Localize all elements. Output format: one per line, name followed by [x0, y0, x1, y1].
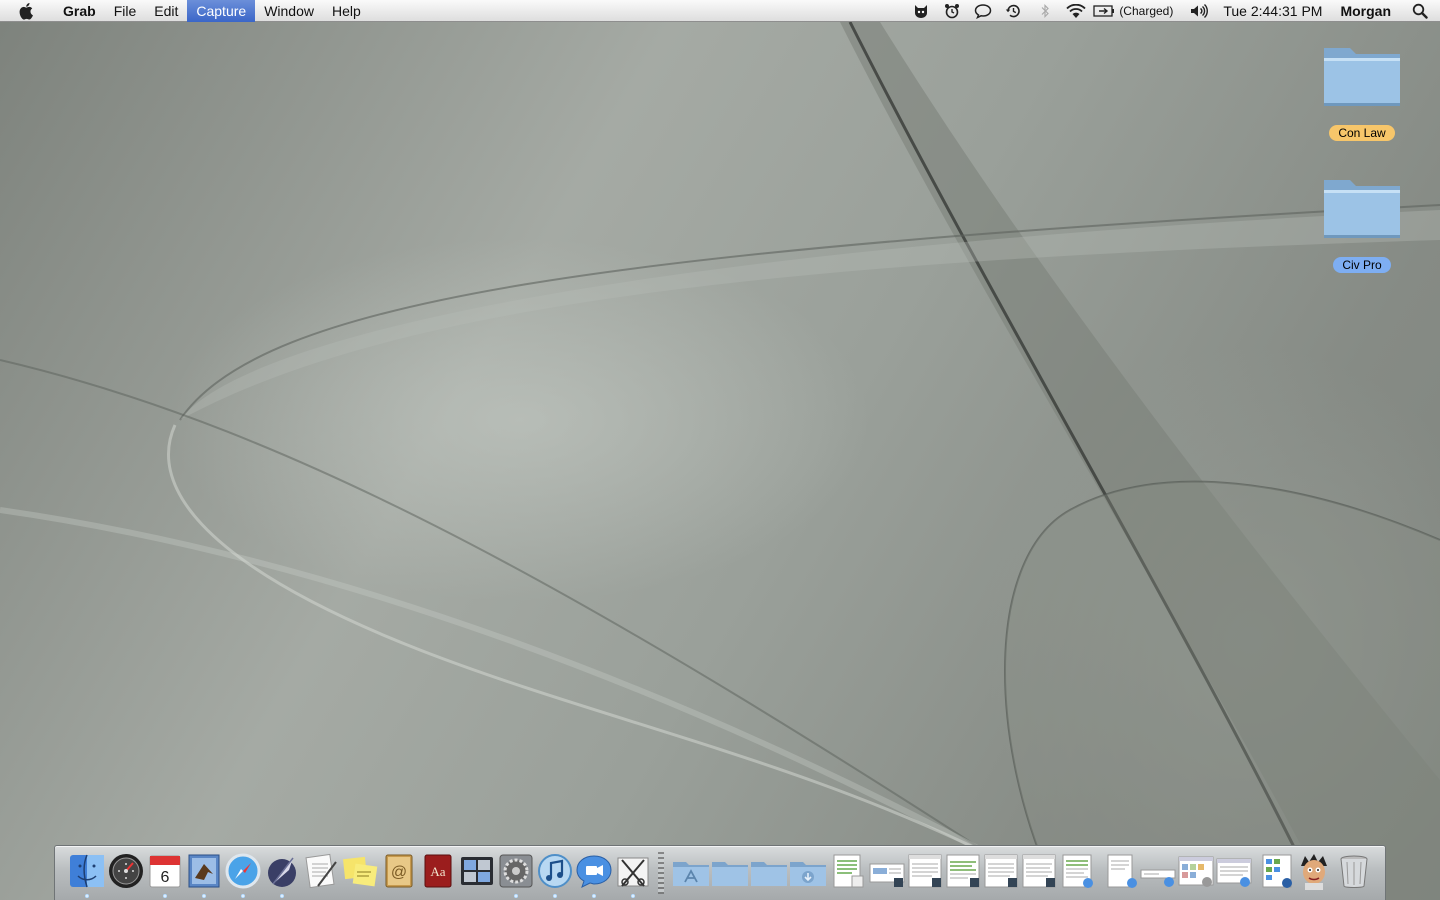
spaces-icon[interactable]	[458, 852, 496, 890]
running-indicator	[514, 894, 518, 898]
avatar-app-icon[interactable]	[1295, 852, 1333, 890]
document-thumbnail-8[interactable]	[1103, 852, 1141, 890]
desktop	[0, 0, 1440, 900]
svg-text:@: @	[391, 864, 407, 881]
growl-icon[interactable]	[905, 0, 936, 22]
documents-folder-icon[interactable]	[711, 852, 749, 890]
menu-clock[interactable]: Tue 2:44:31 PM	[1214, 3, 1331, 19]
finder-icon[interactable]	[68, 852, 106, 890]
running-indicator	[592, 894, 596, 898]
menu-bar: Grab File Edit Capture Window Help (Char…	[0, 0, 1440, 22]
document-thumbnail-10[interactable]	[1177, 852, 1215, 890]
volume-icon[interactable]	[1183, 0, 1214, 22]
wifi-icon[interactable]	[1060, 0, 1091, 22]
dictionary-icon[interactable]: Aa	[419, 852, 457, 890]
document-thumbnail-7[interactable]	[1058, 852, 1096, 890]
desktop-folder-civ-pro[interactable]: Civ Pro	[1317, 172, 1407, 274]
mail-icon[interactable]	[185, 852, 223, 890]
app-menu[interactable]: Grab	[54, 0, 105, 22]
folder-icon[interactable]	[750, 852, 788, 890]
document-thumbnail-11[interactable]	[1215, 852, 1253, 890]
folder-label: Civ Pro	[1333, 257, 1391, 273]
folder-label: Con Law	[1329, 125, 1395, 141]
fast-user-switch-menu[interactable]: Morgan	[1331, 3, 1400, 19]
ical-date-text: 6	[161, 869, 170, 886]
running-indicator	[280, 894, 284, 898]
running-indicator	[241, 894, 245, 898]
desktop-folder-con-law[interactable]: Con Law	[1317, 40, 1407, 142]
dock: 6 @ Aa	[54, 845, 1386, 900]
address-book-icon[interactable]: @	[380, 852, 418, 890]
bluetooth-icon[interactable]	[1029, 0, 1060, 22]
running-indicator	[163, 894, 167, 898]
wallpaper-swooshes	[0, 21, 1440, 900]
alarm-clock-icon[interactable]	[936, 0, 967, 22]
grab-icon[interactable]	[614, 852, 652, 890]
battery-icon[interactable]	[1091, 0, 1117, 22]
apple-menu-icon[interactable]	[0, 0, 54, 22]
system-preferences-icon[interactable]	[497, 852, 535, 890]
document-thumbnail-1[interactable]	[830, 852, 868, 890]
menu-window[interactable]: Window	[255, 0, 323, 22]
stickies-icon[interactable]	[341, 852, 379, 890]
trash-icon[interactable]	[1335, 852, 1373, 890]
svg-text:Aa: Aa	[430, 864, 445, 879]
time-machine-icon[interactable]	[998, 0, 1029, 22]
document-thumbnail-9[interactable]	[1139, 852, 1177, 890]
dashboard-icon[interactable]	[107, 852, 145, 890]
document-thumbnail-2[interactable]	[868, 852, 906, 890]
folder-icon	[1324, 180, 1400, 238]
running-indicator	[202, 894, 206, 898]
ical-icon[interactable]: 6	[146, 852, 184, 890]
battery-status-text: (Charged)	[1119, 4, 1174, 18]
folder-icon	[1324, 48, 1400, 106]
document-thumbnail-3[interactable]	[906, 852, 944, 890]
document-thumbnail-12[interactable]	[1258, 852, 1296, 890]
menu-edit[interactable]: Edit	[145, 0, 187, 22]
document-thumbnail-6[interactable]	[1020, 852, 1058, 890]
chat-bubble-icon[interactable]	[967, 0, 998, 22]
downloads-folder-icon[interactable]	[789, 852, 827, 890]
quill-app-icon[interactable]	[263, 852, 301, 890]
ichat-icon[interactable]	[575, 852, 613, 890]
running-indicator	[631, 894, 635, 898]
safari-icon[interactable]	[224, 852, 262, 890]
menu-help[interactable]: Help	[323, 0, 370, 22]
textedit-icon[interactable]	[302, 852, 340, 890]
running-indicator	[85, 894, 89, 898]
running-indicator	[553, 894, 557, 898]
spotlight-search-icon[interactable]	[1400, 0, 1440, 22]
menu-file[interactable]: File	[105, 0, 146, 22]
itunes-icon[interactable]	[536, 852, 574, 890]
applications-folder-icon[interactable]	[672, 852, 710, 890]
document-thumbnail-5[interactable]	[982, 852, 1020, 890]
document-thumbnail-4[interactable]	[944, 852, 982, 890]
status-area: (Charged) Tue 2:44:31 PM Morgan	[905, 0, 1440, 22]
menu-capture[interactable]: Capture	[187, 0, 256, 22]
dock-separator	[658, 852, 664, 894]
